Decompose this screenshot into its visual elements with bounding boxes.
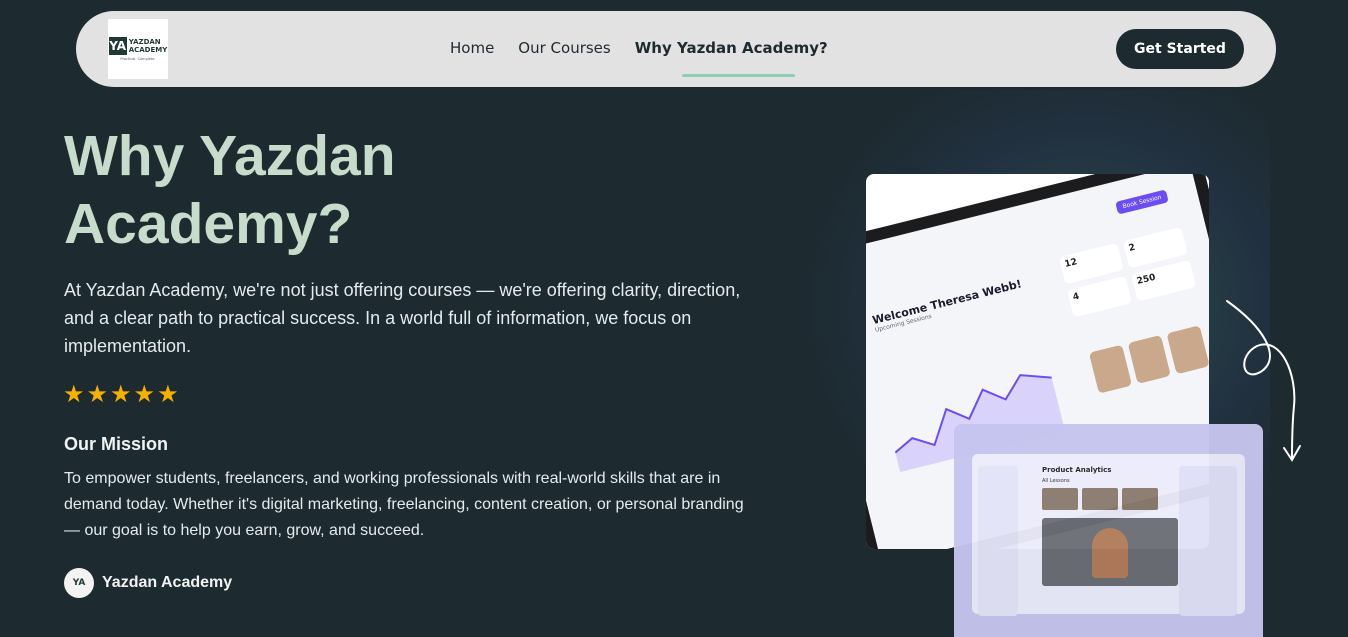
logo-words: YAZDAN ACADEMY (129, 38, 168, 54)
lesson-thumbnail (1082, 488, 1118, 510)
top-navbar: YA YAZDAN ACADEMY Practical. Complete. H… (76, 11, 1276, 87)
logo-ya-badge: YA (108, 37, 127, 55)
stat-card: 250 (1131, 259, 1197, 302)
analytics-section: All Lessons (1042, 478, 1070, 484)
star-icon: ★ (157, 380, 179, 408)
stat-grid: 12 2 4 250 (1058, 226, 1197, 318)
mentor-avatars (1088, 325, 1209, 394)
video-presenter (1092, 528, 1128, 578)
nav-link-why-yazdan[interactable]: Why Yazdan Academy? (635, 39, 828, 57)
nav-link-home[interactable]: Home (450, 39, 494, 57)
mission-text: To empower students, freelancers, and wo… (64, 470, 744, 539)
mission-heading: Our Mission (64, 434, 169, 454)
logo-line-1: YAZDAN (128, 38, 161, 46)
site-logo[interactable]: YA YAZDAN ACADEMY Practical. Complete. (108, 19, 168, 79)
curly-arrow-icon (1226, 300, 1301, 462)
avatar (1127, 334, 1171, 384)
lesson-thumbnail (1122, 488, 1158, 510)
logo-tagline: Practical. Complete. (120, 57, 156, 61)
lesson-thumbnail (1042, 488, 1078, 510)
avatar (1166, 325, 1209, 375)
active-nav-underline (682, 74, 795, 77)
avatar (1088, 344, 1133, 394)
nav-links: Home Our Courses Why Yazdan Academy? (450, 39, 828, 57)
progress-panel (1179, 466, 1237, 616)
lesson-thumbnails (1042, 488, 1158, 510)
star-rating: ★ ★ ★ ★ ★ (63, 381, 179, 407)
stat-card: 4 (1067, 275, 1133, 318)
brand-signature: YA Yazdan Academy (64, 568, 232, 598)
hero-title: Why Yazdan Academy? (64, 124, 396, 256)
get-started-button[interactable]: Get Started (1116, 29, 1244, 69)
hero-description: At Yazdan Academy, we're not just offeri… (64, 280, 741, 356)
analytics-screen: Product Analytics All Lessons (972, 454, 1245, 616)
book-session-button: Book Session (1115, 189, 1169, 215)
logo-line-2: ACADEMY (128, 46, 168, 54)
analytics-title: Product Analytics (1042, 466, 1112, 474)
video-player (1042, 518, 1178, 586)
logo-mark: YA YAZDAN ACADEMY (108, 37, 168, 55)
analytics-preview-image: Product Analytics All Lessons (954, 424, 1263, 637)
star-icon: ★ (86, 380, 109, 408)
analytics-sidebar (978, 466, 1018, 616)
star-icon: ★ (110, 380, 132, 408)
star-icon: ★ (133, 380, 156, 408)
star-icon: ★ (63, 380, 85, 408)
brand-logo-icon: YA (64, 568, 94, 598)
brand-name: Yazdan Academy (102, 574, 233, 591)
nav-link-courses[interactable]: Our Courses (518, 39, 610, 57)
